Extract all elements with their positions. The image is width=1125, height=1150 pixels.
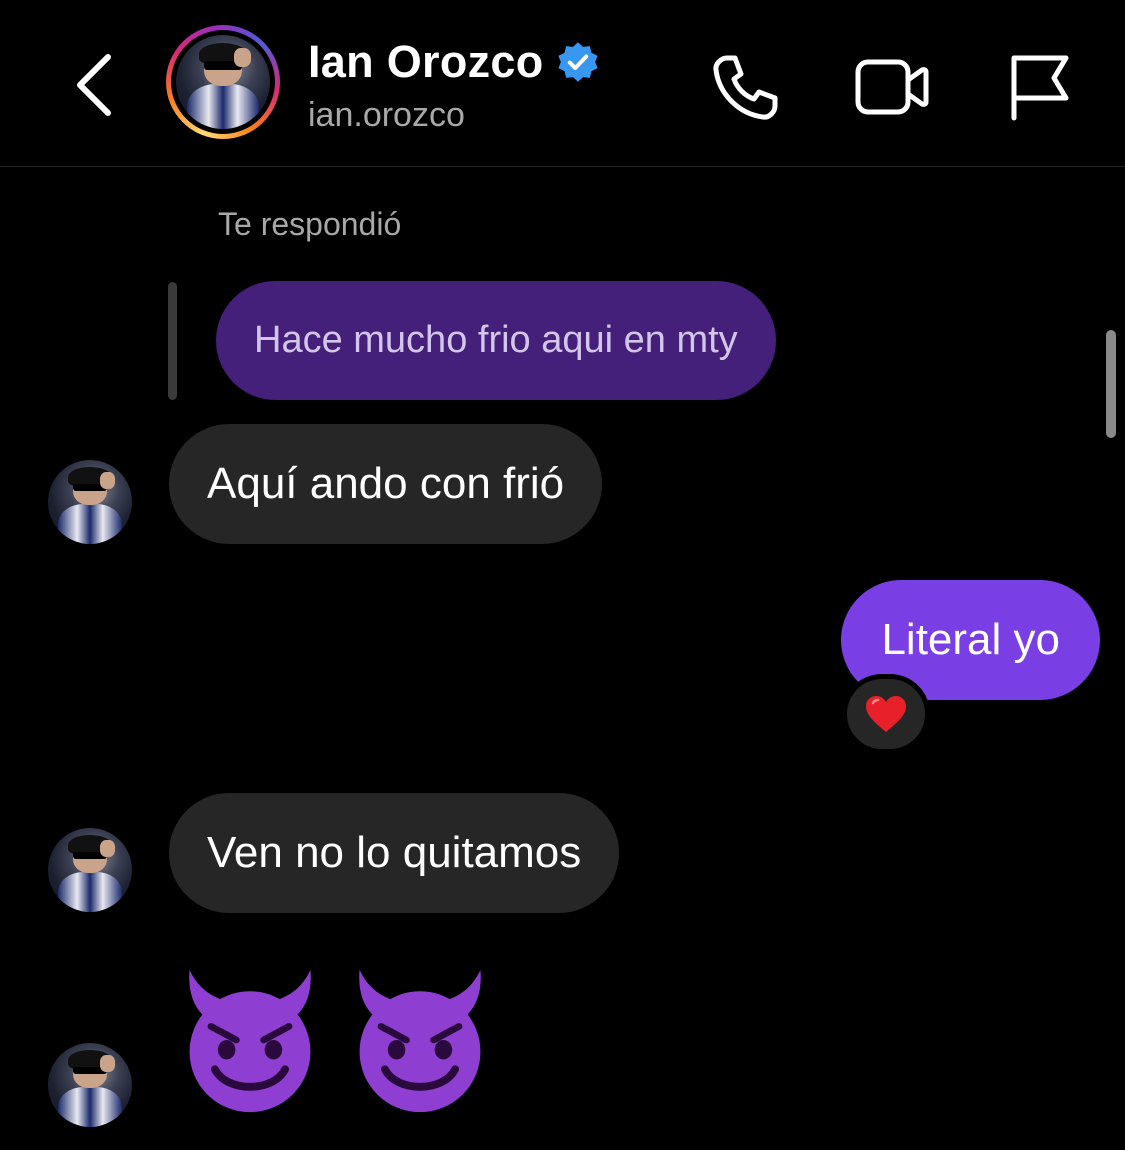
- contact-name: Ian Orozco: [308, 36, 544, 87]
- quoted-message[interactable]: Hace mucho frio aqui en mty: [216, 281, 776, 400]
- voice-call-button[interactable]: [705, 48, 785, 128]
- received-message[interactable]: Aquí ando con frió: [169, 424, 603, 544]
- received-message[interactable]: Ven no lo quitamos: [169, 793, 620, 913]
- video-camera-icon: [855, 59, 929, 115]
- phone-icon: [713, 55, 778, 120]
- contact-name-row[interactable]: Ian Orozco: [308, 34, 600, 90]
- avatar: [176, 35, 270, 129]
- sender-avatar[interactable]: [48, 1043, 132, 1127]
- chat-header: Ian Orozco ian.orozco: [0, 0, 1125, 167]
- smiling-devil-icon: [359, 969, 481, 1113]
- heart-icon: [866, 696, 906, 732]
- back-button[interactable]: [60, 45, 130, 125]
- contact-username: ian.orozco: [308, 96, 465, 134]
- avatar: [48, 460, 132, 544]
- avatar: [48, 1043, 132, 1127]
- smiling-devil-icon: [189, 969, 311, 1113]
- story-ring-avatar[interactable]: [166, 25, 280, 139]
- scrollbar[interactable]: [1106, 330, 1116, 438]
- heart-reaction[interactable]: [842, 674, 930, 754]
- sender-avatar[interactable]: [48, 460, 132, 544]
- reply-indicator-bar: [168, 282, 177, 400]
- report-button[interactable]: [1000, 48, 1080, 128]
- video-call-button[interactable]: [852, 48, 932, 128]
- flag-icon: [1011, 55, 1069, 121]
- avatar: [48, 828, 132, 912]
- sender-avatar[interactable]: [48, 828, 132, 912]
- verified-badge-icon: [557, 42, 598, 82]
- replied-label: Te respondió: [218, 206, 402, 242]
- emoji-message[interactable]: [172, 962, 498, 1122]
- chevron-left-icon: [77, 54, 111, 116]
